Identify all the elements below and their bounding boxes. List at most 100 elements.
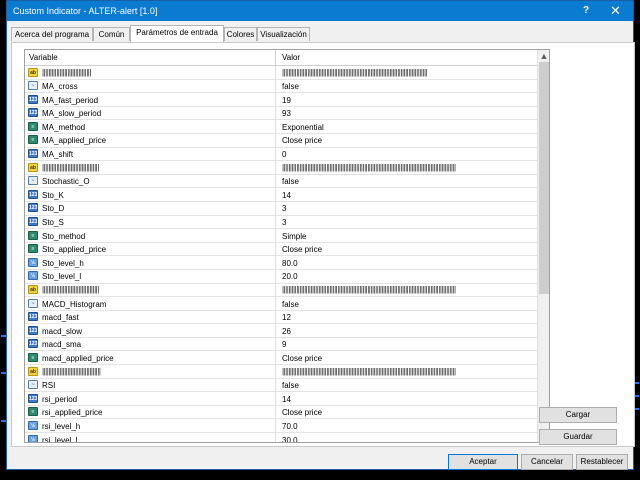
table-row[interactable]: ≡ Sto_applied_price Close price bbox=[25, 242, 537, 257]
table-row[interactable]: 123 MA_slow_period 93 bbox=[25, 106, 537, 121]
table-row[interactable]: ~ Stochastic_O false bbox=[25, 174, 537, 189]
int-icon: 123 bbox=[28, 217, 38, 227]
column-divider[interactable] bbox=[275, 50, 276, 65]
vertical-scrollbar[interactable]: ▲ ⌄ bbox=[537, 50, 549, 442]
table-row[interactable]: ab||||||||||||||||||||||||||||||||||||||… bbox=[25, 365, 537, 379]
tab-common[interactable]: Común bbox=[93, 27, 130, 41]
parameter-value[interactable]: false bbox=[282, 381, 299, 390]
table-row[interactable]: ab||||||||||||||||||||||||||||||||||||||… bbox=[25, 66, 537, 80]
table-row[interactable]: 123 macd_fast 12 bbox=[25, 310, 537, 325]
parameter-value[interactable]: 30.0 bbox=[282, 436, 298, 442]
table-row[interactable]: ≡ MA_applied_price Close price bbox=[25, 133, 537, 148]
table-row[interactable]: 123 macd_slow 26 bbox=[25, 324, 537, 338]
save-button[interactable]: Guardar bbox=[539, 429, 617, 445]
parameter-value[interactable]: 26 bbox=[282, 327, 291, 336]
parameter-name: macd_sma bbox=[42, 340, 82, 350]
parameter-name: Sto_S bbox=[42, 218, 64, 228]
column-header-value[interactable]: Valor bbox=[282, 53, 300, 62]
parameter-value[interactable]: Close price bbox=[282, 354, 322, 363]
tab-colors[interactable]: Colores bbox=[224, 27, 257, 41]
parameter-value[interactable]: 93 bbox=[282, 109, 291, 118]
tab-visualization[interactable]: Visualización bbox=[257, 27, 310, 41]
enum-icon: ≡ bbox=[28, 407, 38, 417]
parameter-name: Sto_level_h bbox=[42, 258, 84, 268]
help-button[interactable]: ? bbox=[583, 5, 589, 16]
parameter-value[interactable]: Simple bbox=[282, 232, 306, 241]
table-row[interactable]: ab ||||||||||||||||||||||||||||||||||||||… bbox=[25, 283, 537, 298]
double-icon: ½ bbox=[28, 420, 38, 430]
parameter-name: ||||||||||||||||||||||||||||||| bbox=[42, 67, 91, 77]
close-button[interactable]: ✕ bbox=[610, 3, 621, 19]
parameter-name: Sto_method bbox=[42, 231, 86, 241]
parameter-value[interactable]: 9 bbox=[282, 340, 286, 349]
enum-icon: ≡ bbox=[28, 352, 38, 362]
table-row[interactable]: 123 Sto_D 3 bbox=[25, 201, 537, 216]
parameter-value[interactable]: false bbox=[282, 177, 299, 186]
table-row[interactable]: ≡ Sto_method Simple bbox=[25, 229, 537, 243]
parameter-value[interactable]: ||||||||||||||||||||||||||||||||||||||||… bbox=[282, 163, 456, 172]
cell-divider bbox=[275, 201, 276, 215]
ok-button[interactable]: Aceptar bbox=[448, 454, 518, 470]
tab-input-parameters[interactable]: Parámetros de entrada bbox=[130, 25, 224, 42]
cancel-button[interactable]: Cancelar bbox=[521, 454, 573, 470]
string-icon: ab bbox=[28, 285, 38, 294]
table-row[interactable]: 123 macd_sma 9 bbox=[25, 337, 537, 352]
parameter-value[interactable]: Close price bbox=[282, 408, 322, 417]
enum-icon: ≡ bbox=[28, 121, 38, 131]
cell-divider bbox=[275, 188, 276, 202]
parameter-value[interactable]: Exponential bbox=[282, 123, 324, 132]
parameters-grid: Variable Valor ab |||||||||||||||||||||||… bbox=[24, 49, 550, 443]
parameter-value[interactable]: ||||||||||||||||||||||||||||||||||||||||… bbox=[282, 68, 428, 77]
title-bar[interactable]: Custom Indicator - ALTER-alert [1.0] ? ✕ bbox=[7, 1, 633, 21]
parameter-value[interactable]: 14 bbox=[282, 191, 291, 200]
cell-divider bbox=[275, 66, 276, 79]
parameter-value[interactable]: ||||||||||||||||||||||||||||||||||||||||… bbox=[282, 367, 456, 376]
cell-divider bbox=[275, 174, 276, 188]
parameter-value[interactable]: 14 bbox=[282, 395, 291, 404]
table-row[interactable]: ≡ rsi_applied_price Close price bbox=[25, 405, 537, 420]
parameter-value[interactable]: 12 bbox=[282, 313, 291, 322]
table-row[interactable]: 123 Sto_K 14 bbox=[25, 188, 537, 202]
parameter-value[interactable]: false bbox=[282, 82, 299, 91]
column-header-variable[interactable]: Variable bbox=[29, 53, 58, 62]
table-row[interactable]: 123 MA_fast_period 19 bbox=[25, 93, 537, 107]
reset-button[interactable]: Restablecer bbox=[576, 454, 628, 470]
parameter-value[interactable]: 3 bbox=[282, 204, 286, 213]
parameter-name: rsi_level_h bbox=[42, 421, 81, 431]
table-row[interactable]: ~ MA_cross false bbox=[25, 79, 537, 94]
tab-about[interactable]: Acerca del programa bbox=[11, 27, 93, 41]
parameter-value[interactable]: ||||||||||||||||||||||||||||||||||||||||… bbox=[282, 285, 456, 294]
int-icon: 123 bbox=[28, 393, 38, 403]
table-row[interactable]: 123 rsi_period 14 bbox=[25, 392, 537, 406]
parameter-value[interactable]: Close price bbox=[282, 136, 322, 145]
grid-rows: ab ||||||||||||||||||||||||||||||| |||||||… bbox=[25, 66, 537, 442]
parameter-value[interactable]: 19 bbox=[282, 96, 291, 105]
scroll-up-icon[interactable]: ▲ bbox=[538, 50, 549, 62]
parameter-value[interactable]: 20.0 bbox=[282, 272, 298, 281]
int-icon: 123 bbox=[28, 325, 38, 335]
parameter-value[interactable]: 70.0 bbox=[282, 422, 298, 431]
table-row[interactable]: ≡ macd_applied_price Close price bbox=[25, 351, 537, 366]
cell-divider bbox=[275, 147, 276, 161]
int-icon: 123 bbox=[28, 108, 38, 118]
string-icon: ab bbox=[28, 162, 38, 172]
table-row[interactable]: 123 Sto_S 3 bbox=[25, 215, 537, 230]
scroll-thumb[interactable] bbox=[539, 62, 549, 294]
parameter-value[interactable]: 80.0 bbox=[282, 259, 298, 268]
parameter-value[interactable]: Close price bbox=[282, 245, 322, 254]
table-row[interactable]: 123 MA_shift 0 bbox=[25, 147, 537, 162]
load-button[interactable]: Cargar bbox=[539, 407, 617, 423]
table-row[interactable]: ab ||||||||||||||||||||||||||||||||||||||… bbox=[25, 161, 537, 175]
table-row[interactable]: ≡ MA_method Exponential bbox=[25, 120, 537, 134]
table-row[interactable]: ½ Sto_level_l 20.0 bbox=[25, 269, 537, 284]
parameter-name: macd_fast bbox=[42, 313, 79, 323]
table-row[interactable]: ½ rsi_level_l 30.0 bbox=[25, 433, 537, 442]
table-row[interactable]: ½ rsi_level_h 70.0 bbox=[25, 419, 537, 434]
parameter-value[interactable]: 3 bbox=[282, 218, 286, 227]
parameter-value[interactable]: 0 bbox=[282, 150, 286, 159]
table-row[interactable]: ~ RSI false bbox=[25, 378, 537, 393]
table-row[interactable]: ~ MACD_Histogram false bbox=[25, 297, 537, 311]
cell-divider bbox=[275, 133, 276, 147]
table-row[interactable]: ½ Sto_level_h 80.0 bbox=[25, 256, 537, 270]
parameter-value[interactable]: false bbox=[282, 300, 299, 309]
